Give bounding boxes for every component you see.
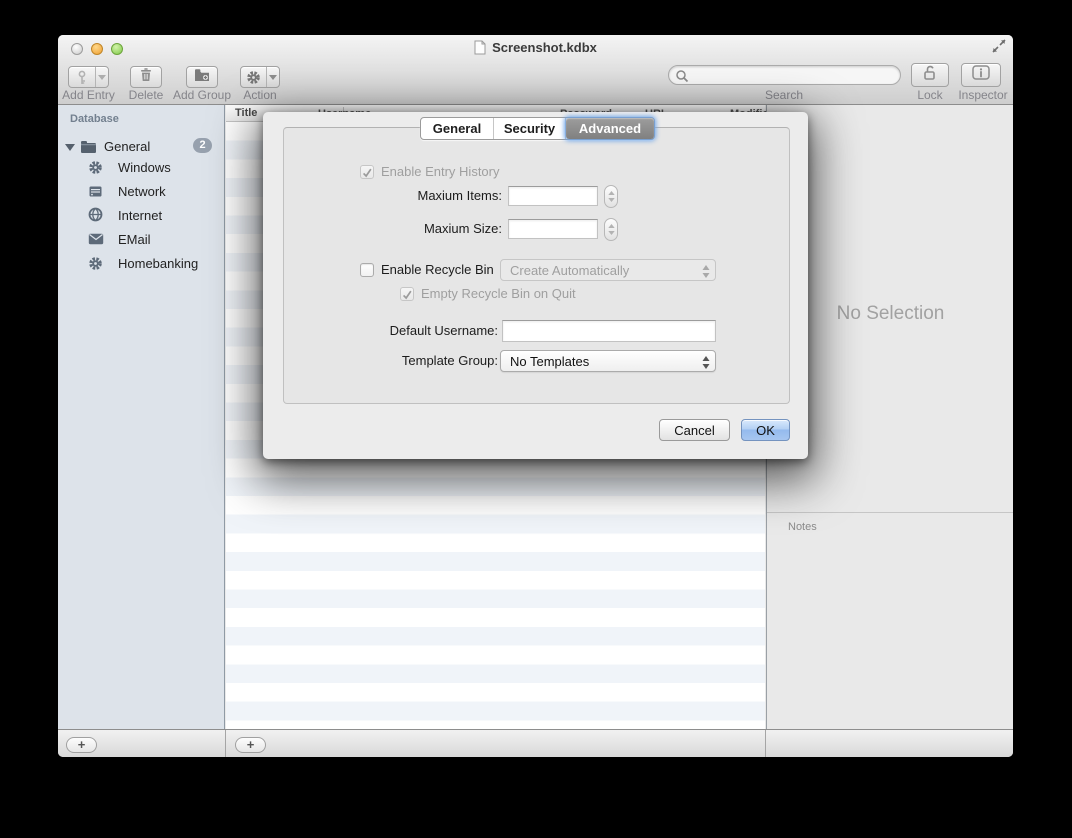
- action-label: Action: [230, 88, 290, 102]
- max-items-input[interactable]: [509, 187, 597, 205]
- empty-recycle-bin-label: Empty Recycle Bin on Quit: [421, 285, 576, 303]
- lock-label: Lock: [903, 88, 957, 102]
- stepper-up-icon[interactable]: [608, 191, 615, 195]
- fullscreen-icon[interactable]: [991, 39, 1007, 53]
- max-size-stepper[interactable]: [604, 218, 618, 241]
- popup-arrows-icon: [702, 355, 710, 375]
- template-group-value: No Templates: [510, 352, 589, 372]
- tab-general[interactable]: General: [421, 118, 494, 139]
- cancel-button[interactable]: Cancel: [659, 419, 730, 441]
- add-entry-label: Add Entry: [60, 88, 117, 102]
- settings-tabs: General Security Advanced: [420, 117, 655, 140]
- notes-label: Notes: [788, 521, 817, 533]
- divider: [765, 730, 766, 757]
- sidebar-item-label: Network: [118, 184, 166, 199]
- sidebar-item-label: EMail: [118, 232, 151, 247]
- inspector-button[interactable]: [961, 63, 1001, 87]
- envelope-icon: [88, 233, 104, 248]
- enable-recycle-bin-checkbox[interactable]: [360, 263, 374, 277]
- search-label: Search: [754, 88, 814, 102]
- checkmark-icon: [401, 289, 413, 301]
- database-settings-dialog: General Security Advanced Enable Entry H…: [263, 112, 808, 459]
- max-size-label: Maxium Size:: [283, 219, 502, 239]
- delete-button[interactable]: [130, 66, 162, 88]
- sidebar-section-header: Database: [70, 113, 119, 125]
- sidebar-item-windows[interactable]: Windows: [58, 156, 225, 180]
- inspector-label: Inspector: [951, 88, 1013, 102]
- enable-entry-history-label: Enable Entry History: [381, 163, 500, 181]
- stepper-down-icon[interactable]: [608, 231, 615, 235]
- trash-icon: [139, 67, 153, 87]
- window-title-area: Screenshot.kdbx: [58, 39, 1013, 60]
- default-username-input[interactable]: [503, 321, 715, 341]
- globe-icon: [88, 207, 103, 225]
- recycle-mode-popup[interactable]: Create Automatically: [500, 259, 716, 281]
- search-icon: [675, 69, 689, 83]
- inspector-divider: [767, 512, 1013, 513]
- bottom-bar: + +: [58, 729, 1013, 757]
- action-button[interactable]: [240, 66, 280, 88]
- enable-entry-history-checkbox[interactable]: [360, 165, 374, 179]
- stepper-down-icon[interactable]: [608, 198, 615, 202]
- window-title: Screenshot.kdbx: [492, 40, 597, 55]
- sidebar-item-label: Internet: [118, 208, 162, 223]
- count-badge: 2: [193, 138, 212, 153]
- max-size-input[interactable]: [509, 220, 597, 238]
- add-group-button[interactable]: [186, 66, 218, 88]
- gear-icon: [88, 160, 103, 178]
- empty-recycle-bin-checkbox[interactable]: [400, 287, 414, 301]
- search-input[interactable]: [691, 67, 891, 83]
- gear-icon: [88, 256, 103, 274]
- stepper-up-icon[interactable]: [608, 224, 615, 228]
- checkmark-icon: [361, 167, 373, 179]
- info-icon: [972, 65, 990, 85]
- delete-label: Delete: [124, 88, 168, 102]
- sidebar-item-network[interactable]: Network: [58, 180, 225, 204]
- add-group-label: Add Group: [172, 88, 232, 102]
- max-items-label: Maxium Items:: [283, 186, 502, 206]
- folder-plus-icon: [194, 68, 210, 87]
- default-username-label: Default Username:: [283, 321, 498, 341]
- lock-open-icon: [922, 64, 938, 86]
- template-group-popup[interactable]: No Templates: [500, 350, 716, 372]
- enable-recycle-bin-label: Enable Recycle Bin: [381, 261, 494, 279]
- sidebar-item-label: Windows: [118, 160, 171, 175]
- key-icon: [69, 67, 95, 87]
- max-items-stepper[interactable]: [604, 185, 618, 208]
- add-entry-dropdown-icon[interactable]: [95, 67, 108, 87]
- gear-icon: [241, 67, 266, 87]
- sidebar-item-internet[interactable]: Internet: [58, 204, 225, 228]
- desktop: Screenshot.kdbx: [0, 0, 1072, 838]
- add-entry-button[interactable]: [68, 66, 109, 88]
- default-username-field[interactable]: [502, 320, 716, 342]
- action-dropdown-icon[interactable]: [266, 67, 279, 87]
- tab-security[interactable]: Security: [494, 118, 566, 139]
- template-group-label: Template Group:: [283, 351, 498, 371]
- folder-icon: [80, 139, 97, 157]
- ok-button[interactable]: OK: [741, 419, 790, 441]
- divider: [225, 730, 226, 757]
- sidebar: Database General 2 Windows Network: [58, 105, 225, 729]
- popup-arrows-icon: [702, 264, 710, 284]
- titlebar[interactable]: Screenshot.kdbx: [58, 35, 1013, 105]
- network-icon: [88, 184, 103, 202]
- search-field[interactable]: [668, 65, 901, 85]
- sidebar-item-label: General: [104, 139, 150, 154]
- sidebar-item-label: Homebanking: [118, 256, 198, 271]
- lock-button[interactable]: [911, 63, 949, 87]
- max-size-field[interactable]: [508, 219, 598, 239]
- column-header-title[interactable]: Title: [235, 107, 257, 119]
- recycle-mode-value: Create Automatically: [510, 261, 629, 281]
- disclosure-triangle-icon[interactable]: [65, 144, 75, 151]
- sidebar-item-homebanking[interactable]: Homebanking: [58, 252, 225, 276]
- sidebar-item-email[interactable]: EMail: [58, 228, 225, 252]
- app-window: Screenshot.kdbx: [58, 35, 1013, 757]
- tab-advanced[interactable]: Advanced: [566, 118, 654, 139]
- add-entry-footer-button[interactable]: +: [235, 737, 266, 753]
- document-icon: [474, 40, 486, 60]
- add-group-footer-button[interactable]: +: [66, 737, 97, 753]
- max-items-field[interactable]: [508, 186, 598, 206]
